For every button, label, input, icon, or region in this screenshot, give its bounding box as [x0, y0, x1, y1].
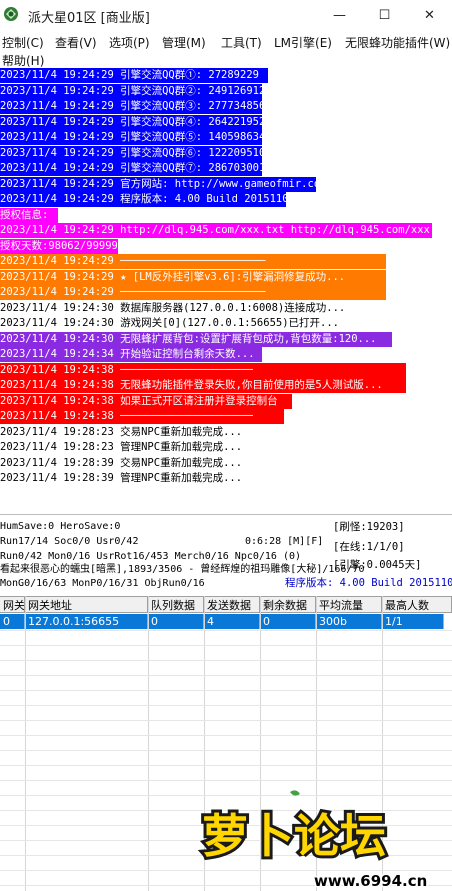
status-save-info: HumSave:0 HeroSave:0 — [0, 521, 121, 532]
menu-options[interactable]: 选项(P) — [109, 34, 150, 51]
title-bar: 派大星01区 [商业版] — ☐ ✕ — [0, 0, 452, 31]
window-title: 派大星01区 [商业版] — [28, 11, 150, 26]
log-line: 2023/11/4 19:24:29 引擎交流QQ群③: 277734856 — [0, 99, 262, 114]
log-line: 2023/11/4 19:24:29 http://dlq.945.com/xx… — [0, 223, 432, 238]
log-panel[interactable]: 2023/11/4 19:24:29 引擎交流QQ群①: 27289229 202… — [0, 67, 452, 514]
grid-row-line — [0, 630, 452, 631]
header-sent-data[interactable]: 发送数据 — [204, 596, 260, 613]
close-button[interactable]: ✕ — [407, 0, 452, 31]
header-remaining-data[interactable]: 剩余数据 — [260, 596, 316, 613]
header-max-users[interactable]: 最高人数 — [382, 596, 452, 613]
log-line: 2023/11/4 19:28:23 管理NPC重新加载完成... — [0, 441, 243, 453]
status-engine-days: [引擎:0.0045天] — [333, 559, 422, 571]
menu-tools[interactable]: 工具(T) — [221, 34, 262, 51]
log-line: 2023/11/4 19:24:29 引擎交流QQ群⑤: 140598634 — [0, 130, 262, 145]
log-line: 授权天数:98062/99999 — [0, 238, 118, 254]
table-cell: 300b — [316, 614, 382, 629]
status-refresh-count: [刷怪:19203] — [333, 521, 405, 533]
grid-row-line — [0, 705, 452, 706]
status-object-info: MonG0/16/63 MonP0/16/31 ObjRun0/16 — [0, 578, 205, 589]
log-line: 2023/11/4 19:24:29 ─────────────────────… — [0, 254, 386, 269]
log-line: 授权信息: — [0, 207, 58, 223]
grid-row-line — [0, 735, 452, 736]
grid-column-line — [25, 596, 26, 891]
grid-row-line — [0, 645, 452, 646]
maximize-button[interactable]: ☐ — [362, 0, 407, 31]
log-line: 2023/11/4 19:24:29 引擎交流QQ群②: 249126912 — [0, 83, 262, 99]
grid-row-line — [0, 675, 452, 676]
log-line: 2023/11/4 19:28:23 交易NPC重新加载完成... — [0, 425, 243, 438]
table-cell: 0 — [0, 614, 25, 629]
status-monster-info: 看起来很恶心的蠕虫[暗黑],1893/3506 - 曾经辉煌的祖玛雕像[大秘]/… — [0, 564, 365, 575]
grid-row-line — [0, 720, 452, 721]
header-queue-data[interactable]: 队列数据 — [148, 596, 204, 613]
log-line: 2023/11/4 19:24:30 数据库服务器(127.0.0.1:6008… — [0, 301, 346, 314]
log-line: 2023/11/4 19:24:29 引擎交流QQ群①: 27289229 — [0, 68, 268, 83]
table-cell: 0 — [148, 614, 204, 629]
header-avg-traffic[interactable]: 平均流量 — [316, 596, 382, 613]
watermark-url: www.6994.cn — [314, 872, 427, 890]
log-line: 2023/11/4 19:24:29 引擎交流QQ群⑥: 122209510 — [0, 145, 262, 161]
log-line: 2023/11/4 19:24:30 游戏网关[0](127.0.0.1:566… — [0, 317, 340, 329]
grid-row-line — [0, 765, 452, 766]
log-line: 2023/11/4 19:24:29 引擎交流QQ群⑦: 286703001 — [0, 161, 262, 176]
log-line: 2023/11/4 19:24:29 ─────────────────────… — [0, 285, 386, 300]
header-gateway[interactable]: 网关 — [0, 596, 25, 613]
minimize-button[interactable]: — — [317, 0, 362, 31]
log-line: 2023/11/4 19:24:29 程序版本: 4.00 Build 2015… — [0, 192, 286, 207]
menu-view[interactable]: 查看(V) — [55, 34, 97, 51]
grid-row-line — [0, 690, 452, 691]
app-icon — [4, 7, 18, 21]
table-cell: 0 — [260, 614, 316, 629]
status-monitor-info: Run0/42 Mon0/16 UsrRot16/453 Merch0/16 N… — [0, 551, 302, 562]
status-run-info: Run17/14 Soc0/0 Usr0/42 — [0, 536, 139, 547]
watermark-brand: 萝卜论坛 — [202, 809, 386, 863]
watermark-logo: 萝卜论坛 萝卜论坛 www.6994.cn — [199, 790, 429, 891]
log-line: 2023/11/4 19:24:29 官方网站: http://www.game… — [0, 176, 316, 192]
status-panel: HumSave:0 HeroSave:0 [刷怪:19203] Run17/14… — [0, 514, 452, 597]
menu-control[interactable]: 控制(C) — [2, 34, 44, 51]
table-cell: 1/1 — [382, 614, 444, 629]
log-line: 2023/11/4 19:24:38 ───────────────────── — [0, 409, 284, 424]
grid-row-line — [0, 660, 452, 661]
log-line: 2023/11/4 19:24:29 ★ [LM反外挂引擎v3.6]:引擎漏洞修… — [0, 269, 386, 285]
log-line: 2023/11/4 19:24:30 无限蜂扩展背包:设置扩展背包成功,背包数量… — [0, 331, 392, 347]
grid-row-line — [0, 750, 452, 751]
status-version: 程序版本: 4.00 Build 20151104 — [285, 577, 452, 589]
log-line: 2023/11/4 19:24:38 ───────────────────── — [0, 362, 406, 378]
log-line: 2023/11/4 19:24:38 无限蜂功能插件登录失败,你目前使用的是5人… — [0, 378, 406, 393]
menu-plugin[interactable]: 无限蜂功能插件(W) — [345, 34, 450, 51]
log-line: 2023/11/4 19:28:39 交易NPC重新加载完成... — [0, 456, 243, 469]
log-line: 2023/11/4 19:24:34 开始验证控制台剩余天数... — [0, 347, 262, 362]
status-time: 0:6:28 [M][F] — [245, 536, 324, 547]
table-cell: 127.0.0.1:56655 — [25, 614, 148, 629]
grid-column-line — [148, 596, 149, 891]
menu-bar: 控制(C) 查看(V) 选项(P) 管理(M) 工具(T) LM引擎(E) 无限… — [0, 31, 452, 68]
menu-manage[interactable]: 管理(M) — [162, 34, 206, 51]
log-line: 2023/11/4 19:24:29 引擎交流QQ群④: 264221952 — [0, 114, 262, 130]
grid-row-line — [0, 780, 452, 781]
log-line: 2023/11/4 19:24:38 如果正式开区请注册并登录控制台 — [0, 393, 292, 409]
header-gateway-address[interactable]: 网关地址 — [25, 596, 148, 613]
table-cell: 4 — [204, 614, 260, 629]
menu-lm-engine[interactable]: LM引擎(E) — [274, 34, 332, 51]
log-line: 2023/11/4 19:28:39 管理NPC重新加载完成... — [0, 472, 243, 484]
status-online: [在线:1/1/0] — [333, 541, 405, 553]
